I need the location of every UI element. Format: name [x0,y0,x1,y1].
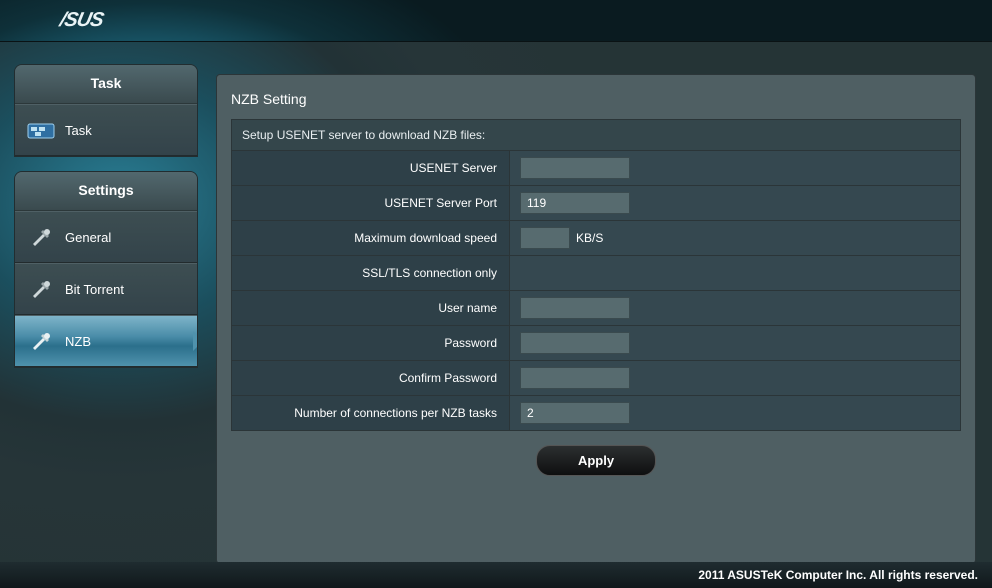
label-max-speed: Maximum download speed [232,221,510,255]
tools-icon [27,226,55,248]
content: NZB Setting Setup USENET server to downl… [198,64,992,562]
brand-logo: /SUS [58,9,106,32]
tools-icon [27,330,55,352]
row-ssl-only: SSL/TLS connection only [232,256,960,291]
unit-kbs: KB/S [576,231,603,245]
main-area: Task Task Settings [0,42,992,562]
form-caption: Setup USENET server to download NZB file… [232,120,960,151]
sidebar-task-section: Task Task [14,64,198,157]
sidebar-item-label: Task [65,123,92,138]
sidebar-item-label: Bit Torrent [65,282,124,297]
label-usenet-port: USENET Server Port [232,186,510,220]
label-ssl-only: SSL/TLS connection only [232,256,510,290]
task-icon [27,119,55,141]
input-usenet-server[interactable] [520,157,630,179]
apply-row: Apply [217,431,975,490]
row-max-speed: Maximum download speed KB/S [232,221,960,256]
sidebar-item-task[interactable]: Task [15,104,197,156]
sidebar: Task Task Settings [0,64,198,562]
input-username[interactable] [520,297,630,319]
row-usenet-server: USENET Server [232,151,960,186]
input-password[interactable] [520,332,630,354]
sidebar-item-label: General [65,230,111,245]
sidebar-settings-header: Settings [15,172,197,211]
row-usenet-port: USENET Server Port [232,186,960,221]
sidebar-item-nzb[interactable]: NZB [15,315,197,367]
label-confirm-password: Confirm Password [232,361,510,395]
row-connections: Number of connections per NZB tasks [232,396,960,430]
sidebar-item-bittorrent[interactable]: Bit Torrent [15,263,197,315]
label-usenet-server: USENET Server [232,151,510,185]
input-usenet-port[interactable] [520,192,630,214]
row-confirm-password: Confirm Password [232,361,960,396]
settings-panel: NZB Setting Setup USENET server to downl… [216,74,976,564]
input-connections[interactable] [520,402,630,424]
label-password: Password [232,326,510,360]
apply-button[interactable]: Apply [536,445,656,476]
label-username: User name [232,291,510,325]
label-connections: Number of connections per NZB tasks [232,396,510,430]
sidebar-settings-section: Settings General [14,171,198,368]
sidebar-item-general[interactable]: General [15,211,197,263]
input-max-speed[interactable] [520,227,570,249]
tools-icon [27,278,55,300]
footer: 2011 ASUSTeK Computer Inc. All rights re… [0,562,992,588]
panel-title: NZB Setting [217,75,975,119]
field-ssl-only [510,256,960,290]
row-username: User name [232,291,960,326]
top-bar: /SUS [0,0,992,42]
sidebar-item-label: NZB [65,334,91,349]
row-password: Password [232,326,960,361]
sidebar-task-header: Task [15,65,197,104]
input-confirm-password[interactable] [520,367,630,389]
form-box: Setup USENET server to download NZB file… [231,119,961,431]
